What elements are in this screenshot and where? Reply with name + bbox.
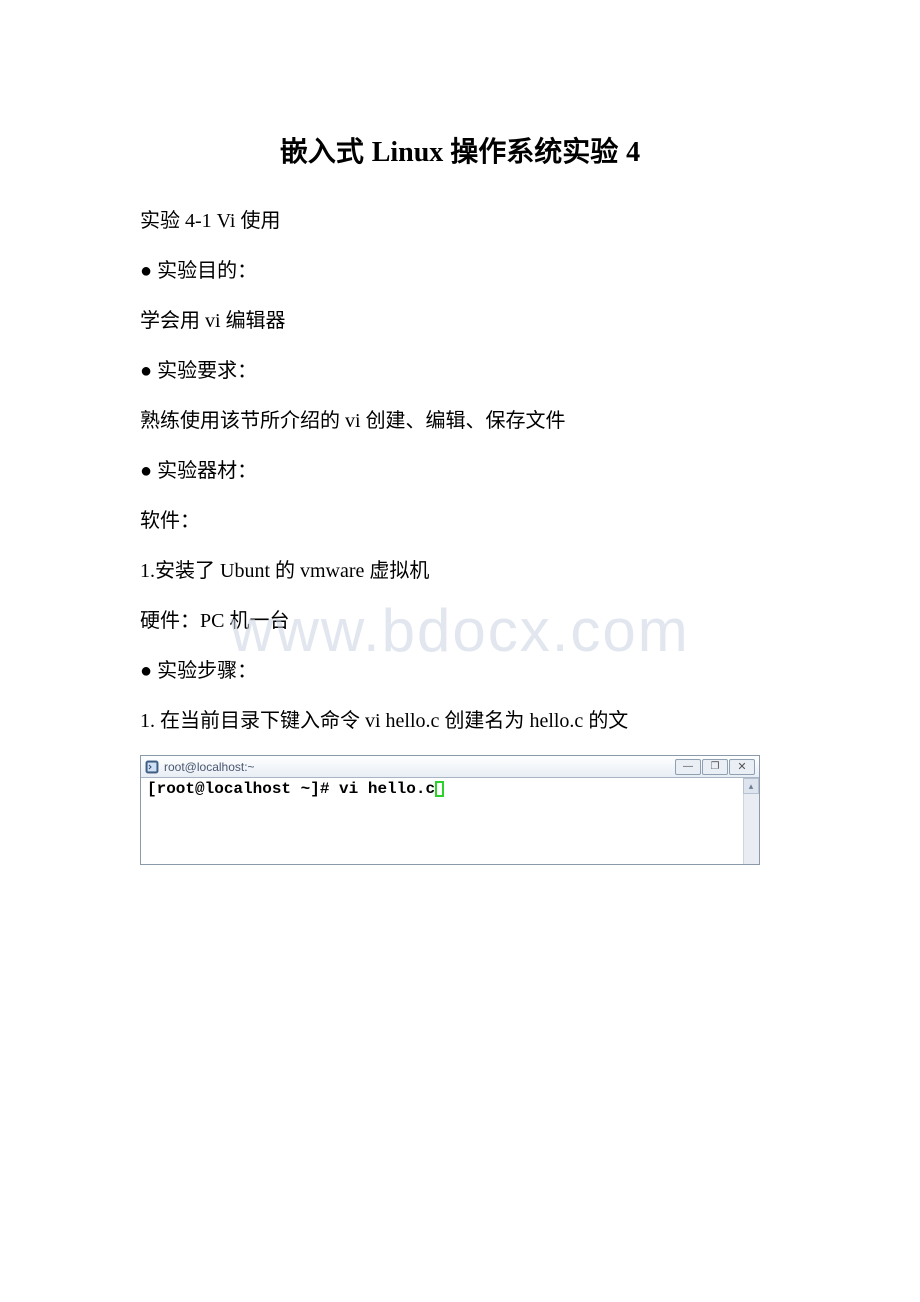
text-span: 创建名为 — [444, 710, 529, 732]
para-software: 1.安装了 Ubunt 的 vmware 虚拟机 — [140, 555, 780, 587]
text-span: Ubunt — [220, 560, 275, 582]
scroll-up-button[interactable]: ▴ — [743, 778, 759, 794]
text-span: PC — [200, 610, 229, 632]
para-experiment-name: 实验 4-1 Vi 使用 — [140, 205, 780, 237]
text-span: 安装了 — [155, 560, 220, 582]
para-software-heading: 软件： — [140, 505, 780, 537]
text-span: vi — [205, 310, 226, 332]
para-hardware: 硬件：PC 机一台 — [140, 605, 780, 637]
page-title: 嵌入式 Linux 操作系统实验 4 — [140, 130, 780, 170]
cursor-icon — [435, 781, 444, 797]
terminal-body[interactable]: [root@localhost ~]# vi hello.c — [141, 778, 759, 800]
para-step-1: 1. 在当前目录下键入命令 vi hello.c 创建名为 hello.c 的文 — [140, 705, 780, 737]
para-equipment-heading: ● 实验器材： — [140, 455, 780, 487]
text-span: 的 — [275, 560, 300, 582]
text-span: 1. — [140, 560, 155, 582]
chevron-up-icon: ▴ — [749, 781, 754, 792]
text-span: 虚拟机 — [369, 560, 429, 582]
titlebar[interactable]: root@localhost:~ — ❐ ✕ — [141, 756, 759, 778]
maximize-icon: ❐ — [711, 761, 720, 772]
window-buttons: — ❐ ✕ — [674, 759, 755, 775]
title-latin: Linux — [372, 137, 451, 168]
title-prefix: 嵌入式 — [280, 136, 372, 167]
terminal-icon — [145, 760, 159, 774]
text-span: 1. — [140, 710, 160, 732]
close-icon: ✕ — [737, 760, 746, 773]
para-purpose: 学会用 vi 编辑器 — [140, 305, 780, 337]
text-span: vi — [345, 410, 366, 432]
close-button[interactable]: ✕ — [729, 759, 755, 775]
text-span: vmware — [300, 560, 369, 582]
title-middle: 操作系统实验 — [450, 136, 626, 167]
para-requirement-heading: ● 实验要求： — [140, 355, 780, 387]
text-span: 学会用 — [140, 310, 205, 332]
text-span: 4-1 Vi — [185, 210, 240, 232]
text-span: vi hello.c — [365, 710, 444, 732]
text-span: 机一台 — [229, 610, 289, 632]
text-span: hello.c — [529, 710, 588, 732]
minimize-button[interactable]: — — [675, 759, 701, 775]
scrollbar[interactable]: ▴ — [743, 778, 759, 864]
text-span: 硬件： — [140, 610, 200, 632]
text-span: 创建、编辑、保存文件 — [366, 410, 566, 432]
terminal-prompt: [root@localhost ~]# vi hello.c — [147, 780, 435, 798]
para-purpose-heading: ● 实验目的： — [140, 255, 780, 287]
text-span: 实验 — [140, 210, 185, 232]
terminal-content: [root@localhost ~]# vi hello.c ▴ — [141, 778, 759, 864]
titlebar-left: root@localhost:~ — [145, 760, 255, 774]
text-span: 使用 — [240, 210, 280, 232]
maximize-button[interactable]: ❐ — [702, 759, 728, 775]
para-steps-heading: ● 实验步骤： — [140, 655, 780, 687]
text-span: 的文 — [588, 710, 628, 732]
para-requirement: 熟练使用该节所介绍的 vi 创建、编辑、保存文件 — [140, 405, 780, 437]
text-span: 在当前目录下键入命令 — [160, 710, 365, 732]
text-span: 熟练使用该节所介绍的 — [140, 410, 345, 432]
title-num: 4 — [626, 137, 640, 168]
terminal-window: root@localhost:~ — ❐ ✕ [root@localhost ~… — [140, 755, 760, 865]
text-span: 编辑器 — [226, 310, 286, 332]
minimize-icon: — — [683, 761, 693, 772]
titlebar-text: root@localhost:~ — [164, 760, 255, 774]
